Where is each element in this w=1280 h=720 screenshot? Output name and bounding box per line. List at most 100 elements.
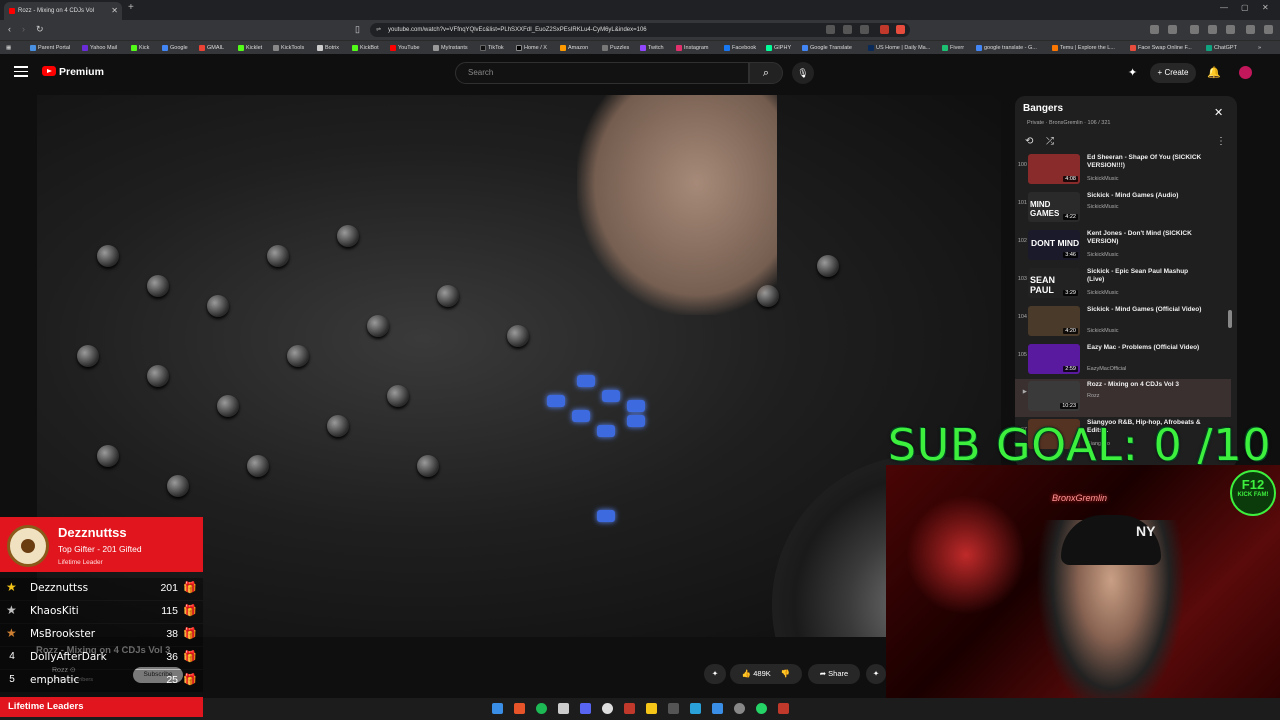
bookmark-item[interactable]: Home / X bbox=[516, 41, 547, 55]
like-button[interactable]: 👍 489K bbox=[742, 669, 771, 678]
bookmark-item[interactable]: Instagram bbox=[676, 41, 708, 55]
extension-icon[interactable] bbox=[1150, 25, 1159, 34]
brave-rewards-icon[interactable] bbox=[896, 25, 905, 34]
share-page-icon[interactable] bbox=[860, 25, 869, 34]
more-options-icon[interactable]: ⋮ bbox=[1216, 136, 1226, 147]
wallet-icon[interactable] bbox=[1208, 25, 1217, 34]
bookmark-item[interactable]: Parent Portal bbox=[30, 41, 70, 55]
playlist-title[interactable]: Bangers bbox=[1023, 103, 1063, 114]
minimize-icon[interactable]: — bbox=[1220, 3, 1228, 12]
bookmark-item[interactable]: KickTools bbox=[273, 41, 304, 55]
video-thumbnail: MIND GAMES 4:22 bbox=[1028, 192, 1080, 222]
create-button[interactable]: + Create bbox=[1150, 63, 1196, 83]
playlist-item[interactable]: 103 SEAN PAUL 3:29 Sickick - Epic Sean Pa… bbox=[1015, 266, 1231, 304]
windows-start-icon[interactable] bbox=[492, 703, 503, 714]
spotify-icon[interactable] bbox=[536, 703, 547, 714]
bookmark-item[interactable]: YouTube bbox=[390, 41, 420, 55]
bookmark-item[interactable]: Google Translate bbox=[802, 41, 852, 55]
youtube-brand[interactable]: Premium bbox=[59, 66, 104, 78]
youtube-logo-icon[interactable] bbox=[42, 66, 56, 76]
new-tab-icon[interactable]: + bbox=[128, 2, 134, 13]
vpn-icon[interactable] bbox=[1226, 25, 1235, 34]
avatar[interactable] bbox=[1239, 66, 1252, 79]
zoom-icon[interactable] bbox=[843, 25, 852, 34]
bookmark-item[interactable]: Amazon bbox=[560, 41, 588, 55]
telegram-icon[interactable] bbox=[690, 703, 701, 714]
bookmark-item[interactable]: Twitch bbox=[640, 41, 664, 55]
playlist-item[interactable]: 101 MIND GAMES 4:22 Sickick - Mind Games … bbox=[1015, 190, 1231, 228]
bookmark-item[interactable]: MyInstants bbox=[433, 41, 468, 55]
bookmark-item[interactable]: Face Swap Online F... bbox=[1130, 41, 1192, 55]
browser-tab[interactable]: Rozz - Mixing on 4 CDJs Vol ✕ bbox=[4, 2, 122, 20]
obs-icon[interactable] bbox=[602, 703, 613, 714]
app-icon[interactable] bbox=[624, 703, 635, 714]
bookmark-item[interactable]: Temu | Explore the L... bbox=[1052, 41, 1115, 55]
bookmark-item[interactable]: Kick bbox=[131, 41, 149, 55]
voice-search-button[interactable]: 🎙 bbox=[792, 62, 814, 84]
apps-grid-icon[interactable]: ▦ bbox=[6, 41, 11, 55]
brave-shield-icon[interactable] bbox=[880, 25, 889, 34]
top-gifter-subtitle: Top Gifter - 201 Gifted bbox=[58, 544, 142, 554]
file-explorer-icon[interactable] bbox=[646, 703, 657, 714]
sidebar-toggle-icon[interactable] bbox=[1190, 25, 1199, 34]
settings-gear-icon[interactable] bbox=[734, 703, 745, 714]
hamburger-menu-icon[interactable] bbox=[14, 66, 28, 78]
bookmark-item[interactable]: Botrix bbox=[317, 41, 339, 55]
more-bookmarks-icon[interactable]: » bbox=[1258, 41, 1261, 55]
close-icon[interactable]: ✕ bbox=[1214, 106, 1223, 119]
whatsapp-icon[interactable] bbox=[756, 703, 767, 714]
gift-icon: 🎁 bbox=[183, 628, 197, 640]
shuffle-icon[interactable]: ⤮ bbox=[1046, 136, 1054, 147]
bookmark-item[interactable]: US Home | Daily Ma... bbox=[868, 41, 930, 55]
app-icon[interactable] bbox=[778, 703, 789, 714]
browser-menu-icon[interactable] bbox=[1264, 25, 1273, 34]
back-icon[interactable]: ‹ bbox=[8, 24, 11, 34]
search-input[interactable]: Search bbox=[455, 62, 749, 84]
search-button[interactable]: ⌕ bbox=[749, 62, 783, 84]
bookmark-item[interactable]: Puzzles bbox=[602, 41, 629, 55]
playlist-item[interactable]: 102 DONT MIND 3:46 Kent Jones - Don't Min… bbox=[1015, 228, 1231, 266]
reload-icon[interactable]: ↻ bbox=[36, 24, 44, 35]
brave-browser-icon[interactable] bbox=[514, 703, 525, 714]
bookmark-item[interactable]: Yahoo Mail bbox=[82, 41, 117, 55]
bookmark-item[interactable]: google translate - G... bbox=[976, 41, 1037, 55]
bookmark-item[interactable]: Google bbox=[162, 41, 188, 55]
notifications-bell-icon[interactable]: 🔔 bbox=[1207, 66, 1221, 79]
playlist-item[interactable]: 104 4:20 Sickick - Mind Games (Official … bbox=[1015, 304, 1231, 342]
bookmark-item[interactable]: Facebook bbox=[724, 41, 756, 55]
more-actions-button[interactable]: ✦ bbox=[866, 664, 886, 684]
close-tab-icon[interactable]: ✕ bbox=[111, 2, 118, 20]
cast-icon[interactable] bbox=[826, 25, 835, 34]
bookmark-item[interactable]: GIPHY bbox=[766, 41, 791, 55]
bookmark-item[interactable]: Fiverr bbox=[942, 41, 964, 55]
gift-icon: 🎁 bbox=[183, 651, 197, 663]
scrollbar[interactable] bbox=[1228, 310, 1232, 328]
video-thumbnail: DONT MIND 3:46 bbox=[1028, 230, 1080, 260]
bookmark-item[interactable]: GMAIL bbox=[199, 41, 224, 55]
playlist-item[interactable]: 100 4:08 Ed Sheeran - Shape Of You (SICK… bbox=[1015, 152, 1231, 190]
dislike-button[interactable]: 👎 bbox=[781, 669, 790, 678]
playlist-item-current[interactable]: ▶ 10:23 Rozz - Mixing on 4 CDJs Vol 3 Ro… bbox=[1015, 379, 1231, 417]
bookmark-item[interactable]: TikTok bbox=[480, 41, 504, 55]
bookmark-icon[interactable]: ▯ bbox=[355, 24, 360, 35]
bookmark-item[interactable]: ChatGPT bbox=[1206, 41, 1237, 55]
bookmark-item[interactable]: KickBot bbox=[352, 41, 379, 55]
discord-icon[interactable] bbox=[580, 703, 591, 714]
profile-icon[interactable] bbox=[1246, 25, 1255, 34]
app-icon[interactable] bbox=[668, 703, 679, 714]
calendar-icon[interactable] bbox=[558, 703, 569, 714]
close-window-icon[interactable]: ✕ bbox=[1262, 3, 1269, 12]
maximize-icon[interactable]: ▢ bbox=[1241, 3, 1249, 12]
ai-sparkle-button[interactable]: ✦ bbox=[704, 664, 726, 684]
share-button[interactable]: ➦ Share bbox=[808, 664, 860, 684]
loop-icon[interactable]: ⟲ bbox=[1025, 136, 1033, 147]
gift-icon: 🎁 bbox=[183, 582, 197, 594]
site-info-icon[interactable]: ⇌ bbox=[376, 23, 381, 37]
extension-icon[interactable] bbox=[1168, 25, 1177, 34]
forward-icon[interactable]: › bbox=[22, 24, 25, 34]
youtube-header: Premium Search ⌕ 🎙 ✦ + Create 🔔 bbox=[0, 54, 1280, 92]
bookmark-item[interactable]: Kicklet bbox=[238, 41, 262, 55]
cast-remote-icon[interactable]: ✦ bbox=[1128, 66, 1137, 79]
photos-icon[interactable] bbox=[712, 703, 723, 714]
playlist-item[interactable]: 105 2:59 Eazy Mac - Problems (Official V… bbox=[1015, 342, 1231, 380]
